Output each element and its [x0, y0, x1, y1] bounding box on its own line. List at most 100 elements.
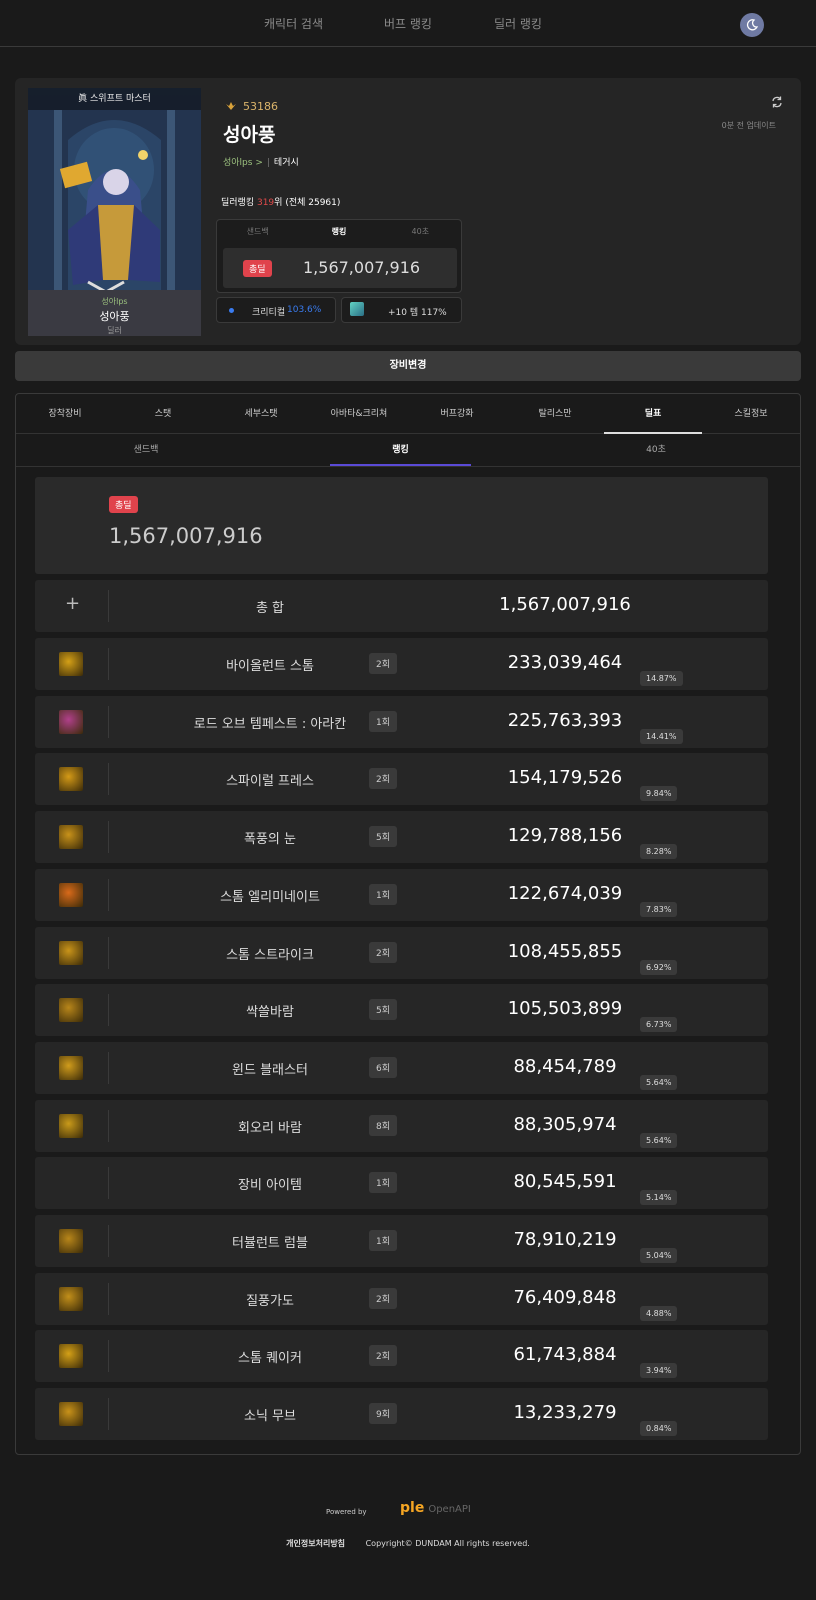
total-damage-display: 총딜 1,567,007,916: [223, 248, 457, 288]
skill-name: 싹쓸바람: [246, 1005, 294, 1021]
portrait-info: 성아lps 성아풍 딜러: [28, 290, 201, 336]
skill-name: 질풍가도: [246, 1293, 294, 1309]
nav-character-search[interactable]: 캐릭터 검색: [264, 15, 323, 32]
powered-by-label: Powered by: [326, 1508, 367, 1516]
total-damage-panel: 총딜 1,567,007,916: [35, 477, 768, 574]
tab-skill-info[interactable]: 스킬정보: [702, 394, 800, 433]
subtab-ranking[interactable]: 랭킹: [330, 434, 471, 467]
adventure-link[interactable]: 성아lps >: [223, 158, 263, 168]
skill-name: 스톰 스트라이크: [226, 947, 314, 963]
portrait-job-title: 眞 스위프트 마스터: [28, 88, 201, 110]
subtab-40s[interactable]: 40초: [586, 434, 726, 467]
skill-cast-count: 5회: [369, 999, 398, 1021]
skill-cast-count: 2회: [369, 653, 398, 674]
skill-damage: 122,674,039: [507, 882, 623, 904]
copyright-text: Copyright© DUNDAM All rights reserved.: [365, 1539, 530, 1548]
character-portrait: 眞 스위프트 마스터 성아lps 성아풍 딜러: [28, 88, 201, 336]
skill-damage-percent: 3.94%: [640, 1363, 678, 1379]
tab-detail-stats[interactable]: 세부스탯: [212, 394, 310, 433]
skill-damage-percent: 4.88%: [640, 1305, 678, 1321]
character-name: 성아풍: [223, 124, 276, 146]
eye-of-storm-icon: [59, 825, 83, 850]
main-panel: 장착장비 스탯 세부스탯 아바타&크리쳐 버프강화 탈리스만 딜표 스킬정보 샌…: [15, 393, 801, 1455]
whirlwind-icon: [59, 1113, 83, 1138]
dealer-ranking: 딜러랭킹 319위 (전체 25961): [221, 198, 341, 208]
change-equipment-button[interactable]: 장비변경: [15, 351, 801, 381]
skill-damage: 108,455,855: [507, 940, 623, 962]
skill-row: 질풍가도 2회 76,409,848 4.88%: [35, 1272, 768, 1325]
skill-name: 회오리 바람: [238, 1120, 302, 1136]
privacy-policy-link[interactable]: 개인정보처리방침: [286, 1539, 345, 1548]
skill-damage-percent: 14.87%: [640, 671, 683, 686]
spiral-press-icon: [59, 767, 83, 792]
critical-stat-box: 크리티컬 103.6%: [216, 297, 336, 323]
footer-links: 개인정보처리방침 Copyright© DUNDAM All rights re…: [0, 1538, 816, 1549]
skill-row: 소닉 무브 9회 13,233,279 0.84%: [35, 1388, 768, 1441]
character-art-image: [28, 110, 201, 302]
skill-row: 스파이럴 프레스 2회 154,179,526 9.84%: [35, 753, 768, 806]
sweeping-wind-icon: [59, 998, 83, 1023]
refresh-icon[interactable]: [770, 95, 784, 109]
skill-name: 바이올런트 스톰: [226, 659, 314, 674]
skill-row: 스톰 스트라이크 2회 108,455,855 6.92%: [35, 926, 768, 979]
dmg-tab-40s[interactable]: 40초: [380, 226, 461, 237]
tab-avatar-creature[interactable]: 아바타&크리쳐: [310, 394, 408, 433]
tab-talisman[interactable]: 탈리스만: [506, 394, 604, 433]
skill-damage: 76,409,848: [513, 1286, 617, 1308]
gale-road-icon: [59, 1286, 83, 1311]
skill-name: 터뷸런트 럼블: [232, 1236, 308, 1251]
rune-stat-box: +10 템 117%: [341, 297, 462, 323]
dmg-tab-sandbag[interactable]: 샌드백: [217, 226, 298, 237]
skill-damage: 154,179,526: [507, 767, 623, 789]
nav-dealer-ranking[interactable]: 딜러 랭킹: [494, 15, 542, 32]
skill-name: 스파이럴 프레스: [226, 774, 314, 790]
top-navigation: 캐릭터 검색 버프 랭킹 딜러 랭킹: [0, 0, 816, 47]
skill-cast-count: 2회: [369, 941, 398, 963]
last-updated: 0분 전 업데이트: [721, 121, 776, 130]
skill-cast-count: 1회: [369, 883, 398, 905]
guild-name: 테거시: [273, 158, 299, 168]
total-sum-label: 총 합: [255, 601, 285, 616]
skill-damage: 78,910,219: [513, 1229, 617, 1250]
storm-strike-icon: [59, 940, 83, 965]
skill-name: 장비 아이템: [238, 1178, 302, 1194]
dmg-tab-ranking[interactable]: 랭킹: [298, 226, 379, 237]
dark-mode-toggle[interactable]: [740, 13, 764, 37]
skill-damage-percent: 8.28%: [640, 844, 678, 860]
neople-openapi-logo: ple OpenAPI: [400, 1500, 471, 1516]
portrait-character-name: 성아풍: [99, 310, 130, 323]
skill-damage-percent: 9.84%: [640, 786, 678, 802]
damage-mode-tabs: 샌드백 랭킹 40초: [217, 226, 461, 237]
critical-dot-icon: [229, 308, 234, 313]
skill-cast-count: 8회: [369, 1114, 398, 1136]
tab-damage-table[interactable]: 딜표: [604, 394, 702, 434]
skill-row: 바이올런트 스톰 2회 233,039,464 14.87%: [35, 638, 768, 690]
total-sum-row: + 총 합 1,567,007,916: [35, 580, 768, 632]
total-damage-value: 1,567,007,916: [303, 258, 421, 277]
skill-damage-percent: 5.04%: [640, 1248, 678, 1263]
skill-damage: 80,545,591: [513, 1171, 617, 1193]
skill-row: 장비 아이템 1회 80,545,591 5.14%: [35, 1157, 768, 1210]
skill-damage: 88,454,789: [513, 1055, 617, 1077]
skill-damage-percent: 5.14%: [640, 1190, 678, 1206]
skill-damage: 88,305,974: [513, 1113, 617, 1135]
tab-equipment[interactable]: 장착장비: [16, 394, 114, 433]
skill-damage: 105,503,899: [507, 998, 623, 1020]
moon-icon: [746, 19, 759, 31]
skill-row: 터뷸런트 럼블 1회 78,910,219 5.04%: [35, 1215, 768, 1267]
nav-buff-ranking[interactable]: 버프 랭킹: [384, 15, 432, 32]
adventure-guild-line: 성아lps > | 테거시: [223, 158, 299, 168]
skill-name: 스톰 엘리미네이트: [220, 889, 320, 905]
subtab-active-indicator: [330, 464, 471, 466]
skill-row: 윈드 블래스터 6회 88,454,789 5.64%: [35, 1041, 768, 1094]
skill-cast-count: 9회: [369, 1403, 398, 1425]
skill-damage: 225,763,393: [507, 709, 623, 731]
tab-stats[interactable]: 스탯: [114, 394, 212, 433]
subtab-sandbag[interactable]: 샌드백: [76, 434, 216, 467]
skill-damage-percent: 14.41%: [640, 728, 683, 744]
skill-damage-percent: 5.64%: [640, 1132, 678, 1148]
rune-icon: [350, 302, 364, 316]
tab-buff-enhance[interactable]: 버프강화: [408, 394, 506, 433]
summary-value: 1,567,007,916: [109, 524, 263, 548]
skill-damage-percent: 0.84%: [640, 1421, 678, 1437]
